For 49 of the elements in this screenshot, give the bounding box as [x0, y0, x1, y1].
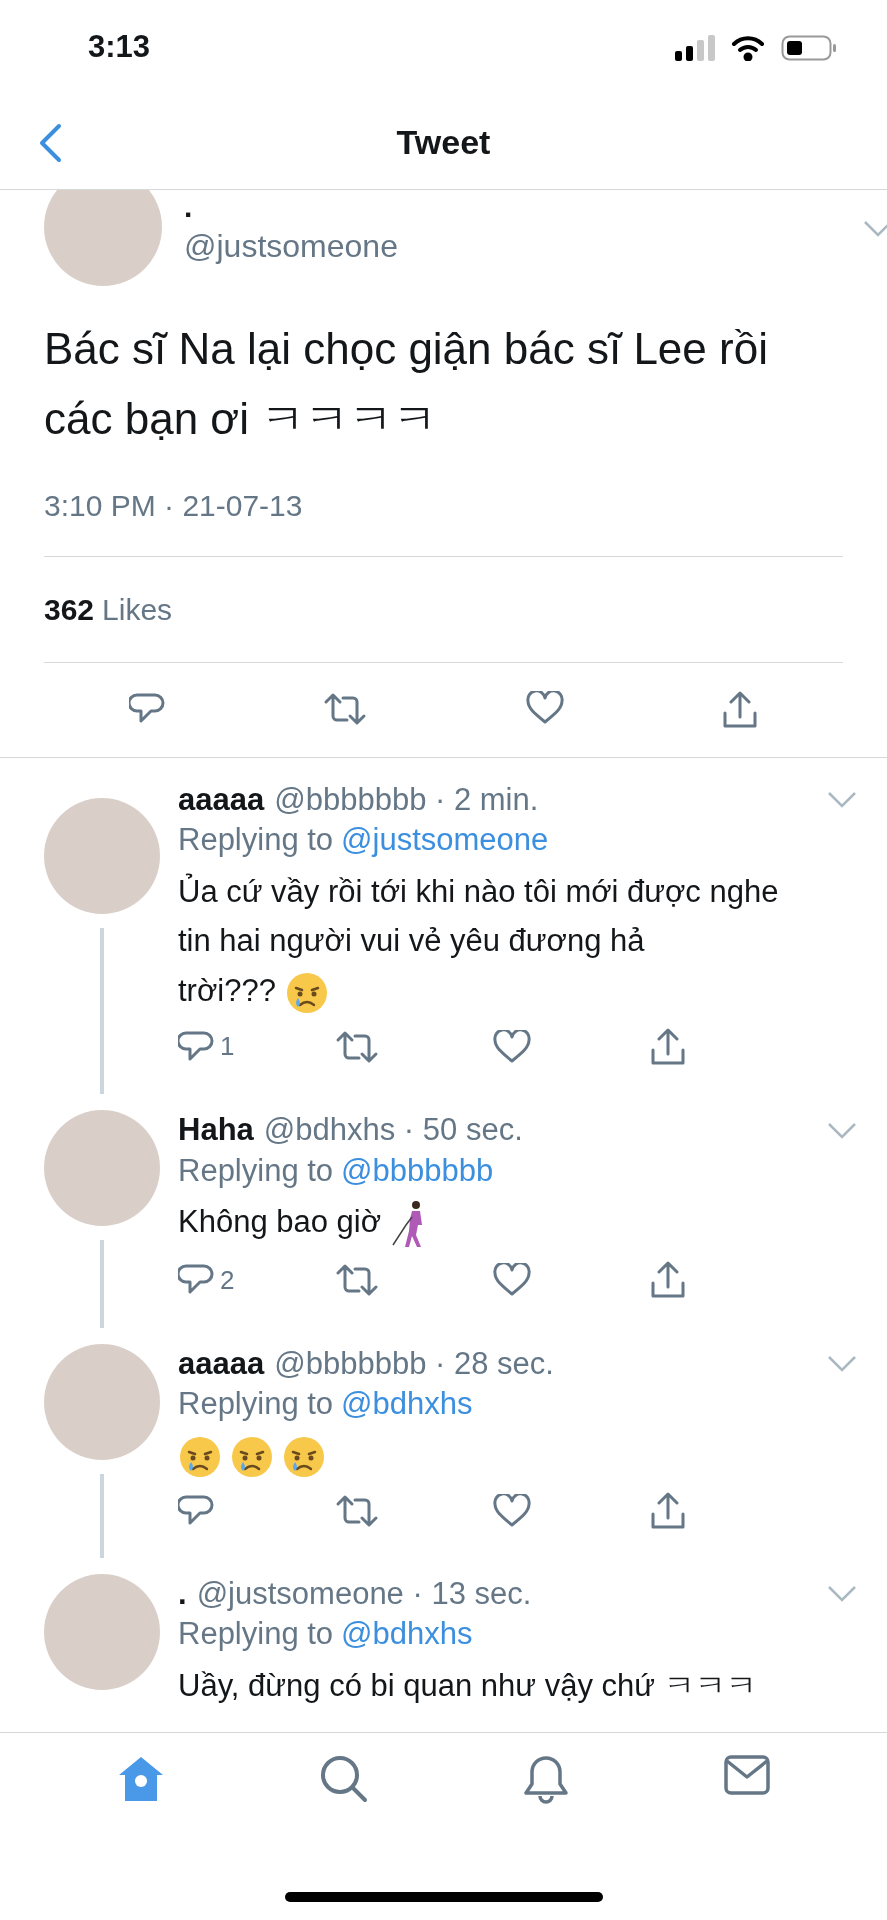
author-handle: @justsomeone	[184, 227, 399, 266]
bell-icon[interactable]	[522, 1755, 569, 1805]
crying-face-icon	[284, 970, 329, 1015]
reply-text: Uầy, đừng có bi quan như vậy chứ ㅋㅋㅋ	[178, 1667, 757, 1703]
handle-and-time: @justsomeone · 13 sec.	[196, 1575, 532, 1613]
likes-label: Likes	[102, 593, 173, 627]
status-time: 3:13	[88, 28, 151, 67]
retweet-icon[interactable]	[335, 1493, 380, 1529]
heart-icon[interactable]	[492, 1494, 531, 1528]
handle-and-time: @bbbbbbb · 28 sec.	[274, 1344, 554, 1383]
author-name: Haha	[178, 1111, 254, 1150]
search-icon[interactable]	[320, 1755, 369, 1803]
author-name: aaaaa	[178, 1344, 265, 1383]
wifi-icon	[731, 34, 765, 61]
heart-icon[interactable]	[525, 691, 564, 726]
replying-label: Replying to	[178, 1385, 334, 1424]
reply-text: Không bao giờ	[178, 1204, 382, 1239]
reply-count: 2	[220, 1263, 235, 1297]
tweet-text: Bác sĩ Na lại chọc giận bác sĩ Lee rồi các bạn ơi ㅋㅋㅋㅋ	[44, 323, 769, 445]
likes-count: 362	[44, 593, 95, 627]
signal-icon	[675, 34, 715, 61]
reply-text: trời???	[178, 972, 276, 1008]
mention-link[interactable]: @bdhxhs	[341, 1384, 473, 1425]
mail-icon[interactable]	[723, 1755, 770, 1795]
back-icon[interactable]	[38, 123, 62, 163]
mention-link[interactable]: @bbbbbbb	[341, 1150, 494, 1191]
replying-label: Replying to	[178, 1615, 334, 1654]
tweet-timestamp: 3:10 PM · 21-07-13	[44, 483, 843, 558]
share-icon[interactable]	[721, 691, 758, 730]
page-title: Tweet	[396, 121, 491, 163]
share-icon[interactable]	[649, 1027, 686, 1066]
crying-face-icon	[230, 1435, 274, 1480]
mention-link[interactable]: @justsomeone	[341, 820, 549, 861]
crying-face-icon	[282, 1435, 326, 1480]
reply-count: 1	[220, 1030, 235, 1064]
author-name: aaaaa	[178, 781, 265, 820]
replying-label: Replying to	[178, 1151, 334, 1190]
replying-label: Replying to	[178, 821, 334, 860]
battery-icon	[781, 34, 837, 61]
heart-icon[interactable]	[492, 1029, 531, 1064]
crying-face-icon	[178, 1435, 222, 1480]
mention-link[interactable]: @bdhxhs	[341, 1614, 473, 1655]
share-icon[interactable]	[649, 1261, 686, 1300]
heart-icon[interactable]	[492, 1263, 531, 1298]
handle-and-time: @bdhxhs · 50 sec.	[263, 1111, 523, 1150]
author-name: .	[184, 192, 194, 222]
handle-and-time: @bbbbbbb · 2 min.	[274, 781, 539, 820]
share-icon[interactable]	[649, 1492, 686, 1530]
author-name: .	[178, 1575, 187, 1613]
